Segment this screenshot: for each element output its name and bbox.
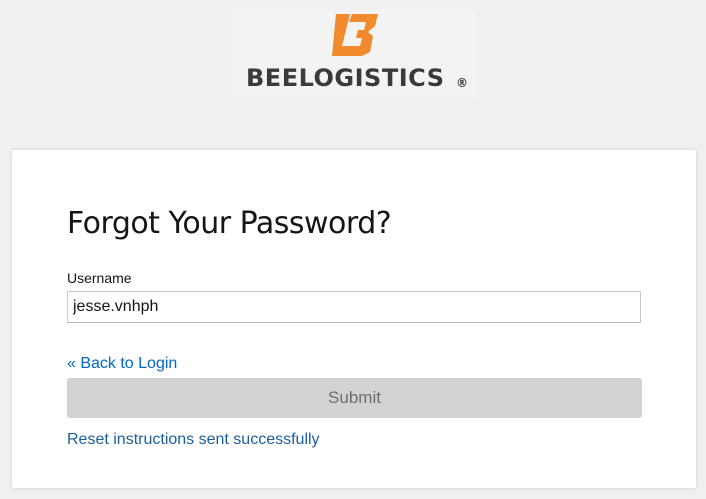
brand-logo: BEELOGISTICS ® [232,10,476,98]
brand-wordmark: BEELOGISTICS [246,64,445,92]
registered-mark: ® [456,76,468,90]
username-input[interactable] [67,291,641,323]
page-title: Forgot Your Password? [67,206,392,241]
status-message: Reset instructions sent successfully [67,431,320,448]
back-to-login-link[interactable]: « Back to Login [67,355,177,373]
forgot-password-card: Forgot Your Password? Username « Back to… [12,150,696,488]
submit-button[interactable]: Submit [67,378,642,418]
username-label: Username [67,270,132,286]
beelogistics-mark-icon [332,14,378,56]
